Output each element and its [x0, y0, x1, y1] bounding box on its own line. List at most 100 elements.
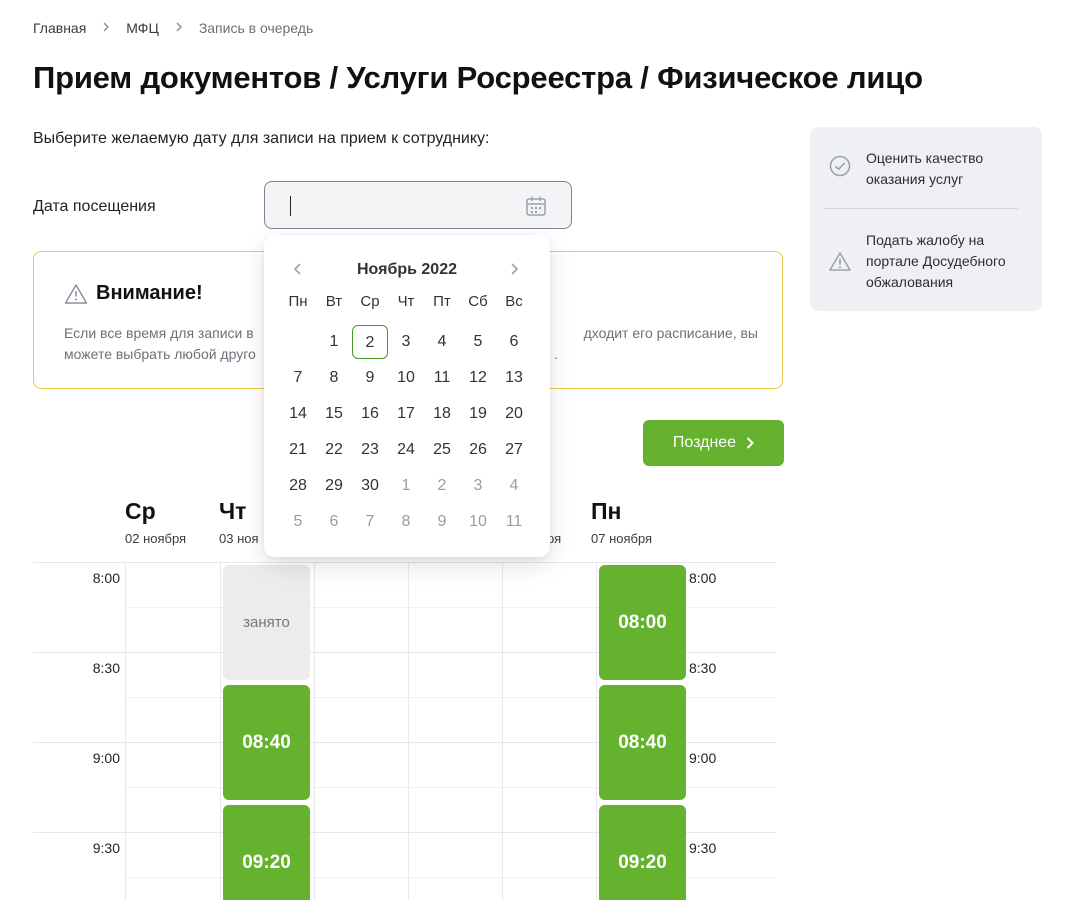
- calendar-day-other-month[interactable]: 10: [460, 504, 496, 540]
- calendar-day[interactable]: 4: [424, 324, 460, 360]
- weekday-label: Чт: [397, 293, 415, 310]
- calendar-day-other-month[interactable]: 2: [424, 468, 460, 504]
- calendar-day-other-month[interactable]: 11: [496, 504, 532, 540]
- calendar-day[interactable]: 9: [352, 360, 388, 396]
- calendar-day[interactable]: 12: [460, 360, 496, 396]
- time-slot-button[interactable]: 08:00: [599, 565, 686, 680]
- rate-quality-link[interactable]: Оценить качество оказания услуг: [828, 148, 1026, 190]
- later-button-label: Позднее: [672, 434, 737, 451]
- text-cursor: [290, 196, 291, 216]
- page-subtitle: Выберите желаемую дату для записи на при…: [33, 130, 490, 147]
- calendar-day-other-month[interactable]: 4: [496, 468, 532, 504]
- calendar-day[interactable]: 3: [388, 324, 424, 360]
- calendar-day[interactable]: 13: [496, 360, 532, 396]
- time-label: 8:00: [92, 570, 120, 586]
- calendar-day[interactable]: 8: [316, 360, 352, 396]
- later-button[interactable]: Позднее: [643, 420, 784, 466]
- calendar-day[interactable]: 28: [280, 468, 316, 504]
- breadcrumb-mfc[interactable]: МФЦ: [126, 20, 159, 36]
- alert-text-line-2-right: .: [554, 346, 558, 362]
- day-header-wed: Ср 02 ноября: [125, 497, 186, 546]
- calendar-day[interactable]: 18: [424, 396, 460, 432]
- calendar-day[interactable]: 30: [352, 468, 388, 504]
- calendar-day[interactable]: 19: [460, 396, 496, 432]
- alert-title-text: Внимание!: [96, 282, 203, 304]
- calendar-icon[interactable]: [525, 195, 547, 217]
- calendar-day-other-month[interactable]: 7: [352, 504, 388, 540]
- time-slot-button[interactable]: 09:20: [599, 805, 686, 900]
- alert-text-line-2-left: можете выбрать любой друго: [64, 346, 256, 362]
- calendar-day-other-month[interactable]: 1: [388, 468, 424, 504]
- date-field-label: Дата посещения: [33, 198, 156, 215]
- grid-line: [33, 562, 776, 563]
- alert-title: Внимание!: [64, 282, 203, 305]
- time-slot-button[interactable]: 08:40: [599, 685, 686, 800]
- alert-text-line-1-left: Если все время для записи в: [64, 325, 254, 341]
- day-date: 03 ноя: [219, 531, 259, 546]
- calendar-day[interactable]: 1: [316, 324, 352, 360]
- chevron-right-icon[interactable]: [506, 261, 522, 277]
- date-picker-popup: Ноябрь 2022 Пн Вт Ср Чт Пт Сб Вс 1234567…: [264, 235, 550, 557]
- breadcrumb-home[interactable]: Главная: [33, 20, 86, 36]
- grid-column-line: [596, 562, 597, 900]
- weekday-label: Сб: [468, 293, 488, 310]
- alert-text-line-1-right: дходит его расписание, вы: [583, 325, 758, 341]
- day-header-mon: Пн 07 ноября: [591, 497, 652, 546]
- grid-column-line: [125, 562, 126, 900]
- time-label: 9:30: [92, 840, 120, 856]
- calendar-day[interactable]: 14: [280, 396, 316, 432]
- calendar-day-other-month[interactable]: 8: [388, 504, 424, 540]
- side-actions-card: Оценить качество оказания услуг Подать ж…: [810, 127, 1042, 311]
- calendar-day[interactable]: 24: [388, 432, 424, 468]
- complaint-link[interactable]: Подать жалобу на портале Досудебного обж…: [828, 230, 1026, 293]
- calendar-day[interactable]: 27: [496, 432, 532, 468]
- weekday-label: Вт: [325, 293, 343, 310]
- calendar-days-grid: 1 2 3 4 5 6 7 8 9 10 11 12 13 14 15 16 17 18 19 20 21 22 23 24 2…: [280, 324, 532, 540]
- weekday-label: Ср: [360, 293, 380, 310]
- calendar-day[interactable]: 26: [460, 432, 496, 468]
- calendar-empty-cell: [280, 324, 316, 360]
- weekday-label: Вс: [505, 293, 523, 310]
- calendar-day[interactable]: 15: [316, 396, 352, 432]
- calendar-day[interactable]: 2: [352, 325, 388, 359]
- complaint-label: Подать жалобу на портале Досудебного обж…: [866, 232, 1006, 290]
- calendar-day[interactable]: 22: [316, 432, 352, 468]
- time-label-right: 9:00: [689, 750, 717, 766]
- time-label-right: 8:30: [689, 660, 717, 676]
- grid-column-line: [502, 562, 503, 900]
- time-slot-button[interactable]: 08:40: [223, 685, 310, 800]
- busy-slot: занято: [223, 565, 310, 680]
- calendar-day-other-month[interactable]: 6: [316, 504, 352, 540]
- weekday-label: Пт: [433, 293, 451, 310]
- calendar-weekdays: Пн Вт Ср Чт Пт Сб Вс: [280, 293, 532, 310]
- calendar-day[interactable]: 5: [460, 324, 496, 360]
- calendar-day[interactable]: 11: [424, 360, 460, 396]
- rate-quality-label: Оценить качество оказания услуг: [866, 150, 984, 187]
- calendar-day[interactable]: 29: [316, 468, 352, 504]
- calendar-day[interactable]: 16: [352, 396, 388, 432]
- day-date: 02 ноября: [125, 531, 187, 546]
- calendar-day-other-month[interactable]: 9: [424, 504, 460, 540]
- time-label: 8:30: [92, 660, 120, 676]
- grid-column-line: [408, 562, 409, 900]
- calendar-day[interactable]: 20: [496, 396, 532, 432]
- calendar-day[interactable]: 23: [352, 432, 388, 468]
- calendar-day[interactable]: 6: [496, 324, 532, 360]
- calendar-day[interactable]: 17: [388, 396, 424, 432]
- page-title: Прием документов / Услуги Росреестра / Ф…: [33, 60, 923, 95]
- check-circle-icon: [829, 155, 851, 177]
- time-slot-button[interactable]: 09:20: [223, 805, 310, 900]
- time-label-right: 9:30: [689, 840, 717, 856]
- day-name: Пн: [591, 498, 622, 524]
- chevron-right-icon: [175, 21, 183, 35]
- calendar-day[interactable]: 25: [424, 432, 460, 468]
- day-name: Ср: [125, 498, 156, 524]
- calendar-day-other-month[interactable]: 3: [460, 468, 496, 504]
- calendar-day[interactable]: 10: [388, 360, 424, 396]
- calendar-day-other-month[interactable]: 5: [280, 504, 316, 540]
- day-name: Чт: [219, 498, 247, 524]
- chevron-right-icon: [746, 437, 754, 449]
- calendar-day[interactable]: 21: [280, 432, 316, 468]
- calendar-day[interactable]: 7: [280, 360, 316, 396]
- time-label-right: 8:00: [689, 570, 717, 586]
